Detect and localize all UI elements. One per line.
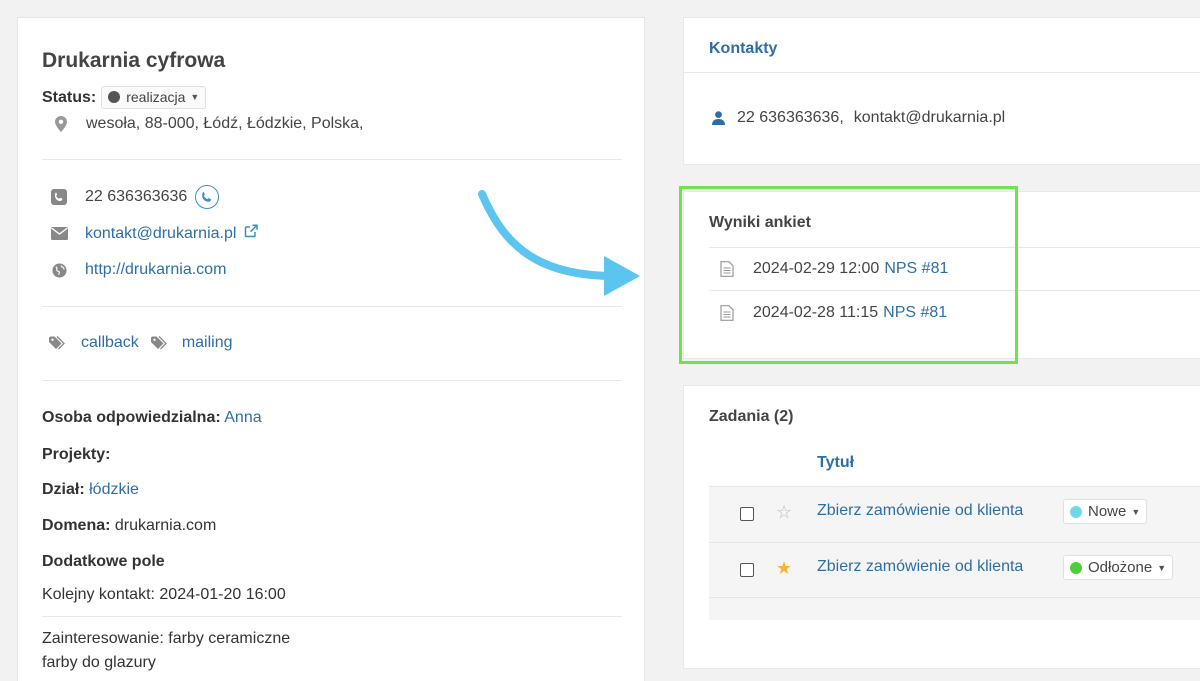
annotation-arrow-icon [478,190,640,296]
status-dropdown[interactable]: realizacja ▼ [101,86,207,109]
task-title-link[interactable]: Zbierz zamówienie od klienta [817,502,1023,520]
status-dot-icon [1070,505,1082,518]
website-link[interactable]: http://drukarnia.com [85,261,226,279]
email-link[interactable]: kontakt@drukarnia.pl [85,225,236,243]
survey-item: 2024-02-28 11:15 NPS #81 [718,304,947,322]
phone-row: 22 636363636 [50,185,220,209]
status-row: Status: realizacja ▼ [42,86,207,109]
call-button[interactable] [195,185,220,209]
survey-date: 2024-02-29 12:00 [753,260,880,277]
contacts-title[interactable]: Kontakty [709,40,777,58]
globe-icon [50,261,68,279]
task-status-value: Odłożone [1088,559,1153,576]
projects-label: Projekty: [42,446,111,463]
table-footer [709,598,1200,620]
task-status-dropdown[interactable]: Nowe ▼ [1063,499,1148,524]
survey-link[interactable]: NPS #81 [883,304,947,322]
column-header-title[interactable]: Tytuł [817,454,854,472]
status-dot-icon [108,91,121,103]
status-label: Status: [42,88,97,106]
tag-mailing[interactable]: mailing [182,334,233,352]
tags-row: callback mailing [49,334,233,352]
tasks-title: Zadania (2) [709,408,794,425]
star-filled-icon[interactable]: ★ [776,558,792,579]
responsible-link[interactable]: Anna [224,409,261,426]
tasks-card: Zadania (2) Tytuł ☆ Zbierz zamówienie od… [683,385,1200,669]
department-label: Dział: [42,481,85,498]
responsible-label: Osoba odpowiedzialna: [42,409,221,426]
interest-line-1: Zainteresowanie: farby ceramiczne [42,630,291,647]
company-name: Drukarnia cyfrowa [42,49,226,72]
department-field: Dział: łódzkie [42,481,139,499]
address-text: wesoła, 88-000, Łódź, Łódzkie, Polska, [86,115,364,132]
chevron-down-icon: ▼ [1131,506,1141,517]
divider [42,159,622,160]
chevron-down-icon: ▼ [1157,562,1167,573]
company-panel: Drukarnia cyfrowa Status: realizacja ▼ w… [17,17,645,681]
extra-field-heading: Dodatkowe pole [42,553,165,571]
contact-entry: 22 636363636, kontakt@drukarnia.pl [709,109,1005,127]
chevron-down-icon: ▼ [190,92,200,102]
divider [42,306,622,307]
document-icon [718,260,736,278]
divider [709,247,1200,248]
domain-field: Domena: drukarnia.com [42,517,216,535]
domain-label: Domena: [42,517,111,534]
address-row: wesoła, 88-000, Łódź, Łódzkie, Polska, [52,115,364,133]
projects-field: Projekty: [42,446,110,464]
task-checkbox[interactable] [740,507,754,521]
divider [42,616,622,617]
tags-icon [150,334,169,352]
contacts-card: Kontakty 22 636363636, kontakt@drukarnia… [683,17,1200,165]
status-value: realizacja [126,89,186,105]
interest-line-2: farby do glazury [42,654,156,671]
divider [709,290,1200,291]
star-outline-icon[interactable]: ☆ [776,502,792,523]
phone-text: 22 636363636 [85,188,188,205]
task-title-link[interactable]: Zbierz zamówienie od klienta [817,558,1023,576]
contact-phone: 22 636363636, [737,109,844,126]
survey-item: 2024-02-29 12:00 NPS #81 [718,260,948,278]
external-link-icon[interactable] [244,224,259,243]
extra-field-label: Dodatkowe pole [42,553,165,570]
survey-results-title: Wyniki ankiet [709,214,811,231]
task-status-dropdown[interactable]: Odłożone ▼ [1063,555,1174,580]
table-row: ☆ Zbierz zamówienie od klienta Nowe ▼ [709,486,1200,542]
contact-email: kontakt@drukarnia.pl [853,109,1006,126]
task-status-value: Nowe [1088,503,1127,520]
task-checkbox[interactable] [740,563,754,577]
next-contact-text: Kolejny kontakt: 2024-01-20 16:00 [42,586,286,603]
phone-icon [50,188,68,206]
divider [42,380,622,381]
domain-value: drukarnia.com [114,517,217,534]
survey-date: 2024-02-28 11:15 [753,304,879,321]
envelope-icon [50,225,68,243]
department-link[interactable]: łódzkie [89,481,139,498]
email-row: kontakt@drukarnia.pl [50,224,259,243]
map-marker-icon [52,115,70,133]
survey-link[interactable]: NPS #81 [884,260,948,278]
responsible-field: Osoba odpowiedzialna: Anna [42,409,262,427]
divider [684,72,1200,73]
website-row: http://drukarnia.com [50,261,226,279]
tag-callback[interactable]: callback [81,334,139,352]
user-icon [709,109,727,127]
survey-results-card: Wyniki ankiet 2024-02-29 12:00 NPS #81 2… [683,191,1200,359]
tags-icon [49,334,67,352]
status-dot-icon [1070,561,1082,574]
document-icon [718,304,736,322]
table-row: ★ Zbierz zamówienie od klienta Odłożone … [709,542,1200,598]
